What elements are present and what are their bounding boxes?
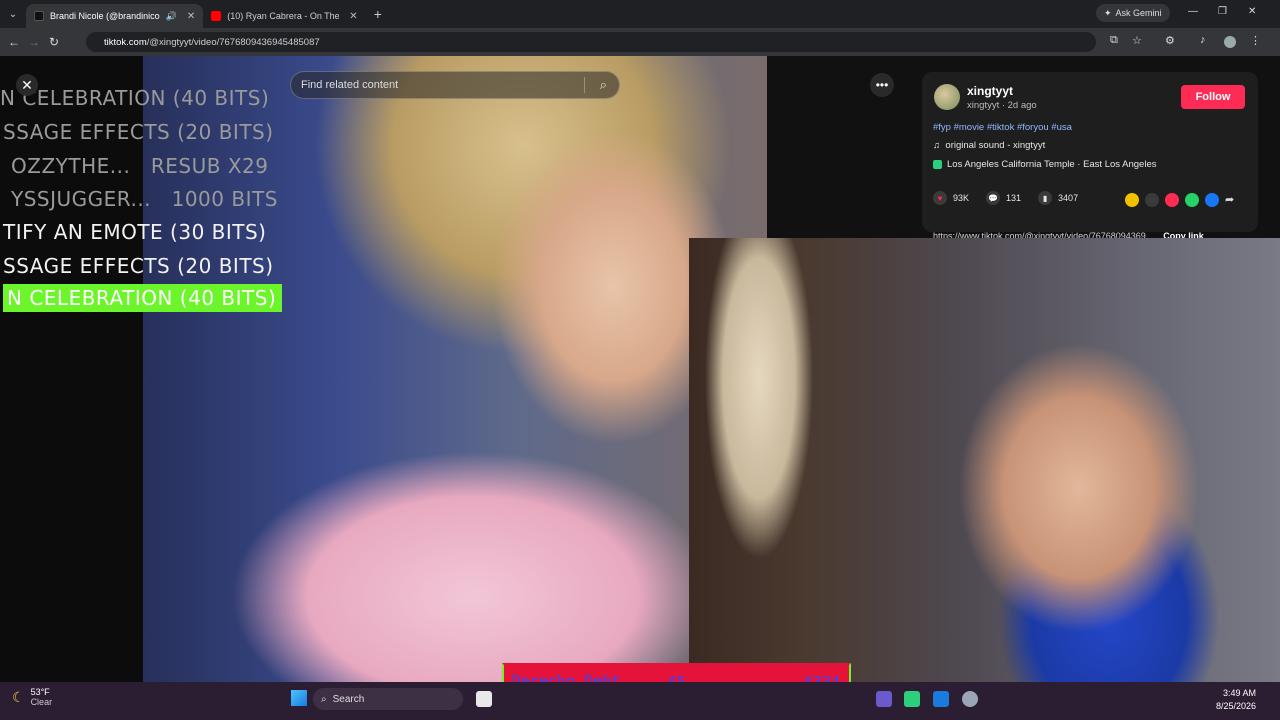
- taskbar-search-label: Search: [332, 693, 365, 705]
- url-path: /@xingtyyt/video/7676809436945485087: [146, 36, 320, 48]
- tab-title: (10) Ryan Cabrera - On The Wa: [227, 11, 340, 21]
- overlay-line: YSSJUGGER... 1000 BITS: [11, 187, 278, 211]
- post-subline: xingtyyt · 2d ago: [967, 100, 1037, 111]
- ask-gemini-button[interactable]: ✦ Ask Gemini: [1096, 4, 1170, 22]
- new-tab-button[interactable]: +: [374, 6, 382, 22]
- clock-time: 3:49 AM: [1222, 688, 1256, 698]
- forward-icon[interactable]: →: [24, 35, 44, 49]
- reload-icon[interactable]: ↻: [44, 35, 64, 49]
- windows-taskbar: ☾ 53°F Clear ⌕ Search 3:49 AM 8/25/2026: [0, 682, 1280, 720]
- webcam-overlay: [689, 238, 1280, 682]
- tiktok-page: N CELEBRATION (40 BITS) SSAGE EFFECTS (2…: [0, 56, 1280, 682]
- menu-kebab-icon[interactable]: ⋮: [1250, 34, 1261, 47]
- share-icons: ➦: [1125, 193, 1239, 207]
- overlay-line: SSAGE EFFECTS (20 BITS): [3, 254, 274, 278]
- bookmark-star-icon[interactable]: ☆: [1132, 34, 1142, 47]
- install-app-icon[interactable]: ⧉: [1110, 34, 1118, 47]
- post-info-panel: xingtyyt xingtyyt · 2d ago Follow #fyp #…: [922, 72, 1258, 232]
- location-link[interactable]: Los Angeles California Temple · East Los…: [933, 159, 1156, 170]
- minimize-icon[interactable]: —: [1188, 6, 1198, 17]
- file-explorer-icon[interactable]: [476, 691, 492, 707]
- back-icon[interactable]: ←: [4, 35, 24, 49]
- url-domain: tiktok.com: [104, 36, 147, 48]
- comment-count: 131: [1006, 193, 1022, 203]
- address-bar-row: ← → ↻ tiktok.com/@xingtyyt/video/7676809…: [0, 28, 1280, 56]
- moon-icon: ☾: [12, 688, 25, 705]
- clock-date: 8/25/2026: [1215, 701, 1256, 711]
- search-placeholder: Find related content: [301, 79, 399, 91]
- taskbar-search[interactable]: ⌕ Search: [313, 688, 463, 710]
- settings-gear-icon[interactable]: [962, 691, 978, 707]
- comment-icon: 💬: [986, 191, 1001, 205]
- restore-icon[interactable]: ❐: [1218, 6, 1227, 17]
- facebook-icon[interactable]: [1205, 193, 1219, 207]
- close-video-button[interactable]: ✕: [16, 74, 38, 96]
- system-clock[interactable]: 3:49 AM 8/25/2026: [1216, 687, 1256, 713]
- username[interactable]: xingtyyt: [967, 84, 1013, 98]
- tab-title: Brandi Nicole (@brandinico: [50, 11, 160, 21]
- search-icon[interactable]: ⌕: [600, 77, 607, 93]
- comment-button[interactable]: 💬 131: [986, 191, 1021, 205]
- sound-label: original sound - xingtyyt: [945, 140, 1046, 151]
- window-app-icon[interactable]: [933, 691, 949, 707]
- overlay-line-highlight: N CELEBRATION (40 BITS): [3, 284, 283, 312]
- overlay-line: SSAGE EFFECTS (20 BITS): [3, 120, 274, 144]
- hashtags[interactable]: #fyp #movie #tiktok #foryou #usa: [933, 122, 1072, 133]
- weather-condition: Clear: [30, 697, 53, 707]
- save-count: 3407: [1058, 193, 1079, 203]
- like-count: 93K: [953, 193, 970, 203]
- gemini-icon: ✦: [1104, 7, 1112, 18]
- avatar[interactable]: [934, 84, 960, 110]
- overlay-line: N CELEBRATION (40 BITS): [0, 86, 270, 110]
- more-options-button[interactable]: •••: [870, 73, 894, 97]
- sound-link[interactable]: ♫ original sound - xingtyyt: [933, 140, 1045, 151]
- share-arrow-icon[interactable]: ➦: [1225, 193, 1239, 207]
- app-icon[interactable]: [904, 691, 920, 707]
- close-tab-icon[interactable]: ✕: [349, 11, 357, 22]
- bookmark-icon: ▮: [1038, 191, 1053, 205]
- save-button[interactable]: ▮ 3407: [1038, 191, 1078, 205]
- windows-start-icon[interactable]: [291, 690, 307, 706]
- tiktok-icon: [34, 11, 44, 21]
- video-player[interactable]: [143, 56, 767, 682]
- stream-left-panel: [0, 56, 143, 682]
- app-grid-icon[interactable]: [876, 691, 892, 707]
- heart-icon: ♥: [933, 191, 947, 205]
- speaker-icon[interactable]: 🔊: [166, 11, 177, 22]
- like-button[interactable]: ♥ 93K: [933, 191, 969, 205]
- tab-brandi[interactable]: Brandi Nicole (@brandinico 🔊 ✕: [26, 4, 204, 28]
- post-stats: ♥ 93K 💬 131 ▮ 3407: [933, 191, 1088, 205]
- location-pin-icon: [933, 160, 942, 169]
- search-icon: ⌕: [321, 693, 327, 705]
- weather-widget[interactable]: ☾ 53°F Clear: [12, 687, 52, 707]
- overlay-line: OZZYTHE... RESUB X29: [11, 154, 269, 178]
- tab-bar: ⌄ Brandi Nicole (@brandinico 🔊 ✕ (10) Ry…: [0, 0, 1280, 28]
- embed-icon[interactable]: [1145, 193, 1159, 207]
- youtube-icon: [211, 11, 222, 21]
- profile-avatar-icon[interactable]: [1224, 36, 1236, 48]
- tab-search-chevron-icon[interactable]: ⌄: [0, 9, 26, 20]
- search-divider: [584, 77, 585, 93]
- gemini-label: Ask Gemini: [1115, 8, 1162, 18]
- weather-temp: 53°F: [30, 687, 50, 697]
- send-icon[interactable]: [1165, 193, 1179, 207]
- whatsapp-icon[interactable]: [1185, 193, 1199, 207]
- extensions-icon[interactable]: ⚙: [1165, 34, 1175, 47]
- url-field[interactable]: tiktok.com/@xingtyyt/video/7676809436945…: [86, 32, 1096, 52]
- follow-button[interactable]: Follow: [1181, 85, 1245, 109]
- repost-icon[interactable]: [1125, 193, 1139, 207]
- overlay-line: TIFY AN EMOTE (30 BITS): [3, 220, 267, 244]
- music-note-icon: ♫: [933, 140, 941, 151]
- related-search-input[interactable]: Find related content ⌕: [290, 71, 620, 99]
- location-label: Los Angeles California Temple · East Los…: [947, 159, 1157, 170]
- tab-ryan[interactable]: (10) Ryan Cabrera - On The Wa ✕: [203, 4, 365, 28]
- close-window-icon[interactable]: ✕: [1248, 6, 1256, 17]
- close-tab-icon[interactable]: ✕: [187, 11, 195, 22]
- media-control-icon[interactable]: ♪: [1200, 34, 1206, 46]
